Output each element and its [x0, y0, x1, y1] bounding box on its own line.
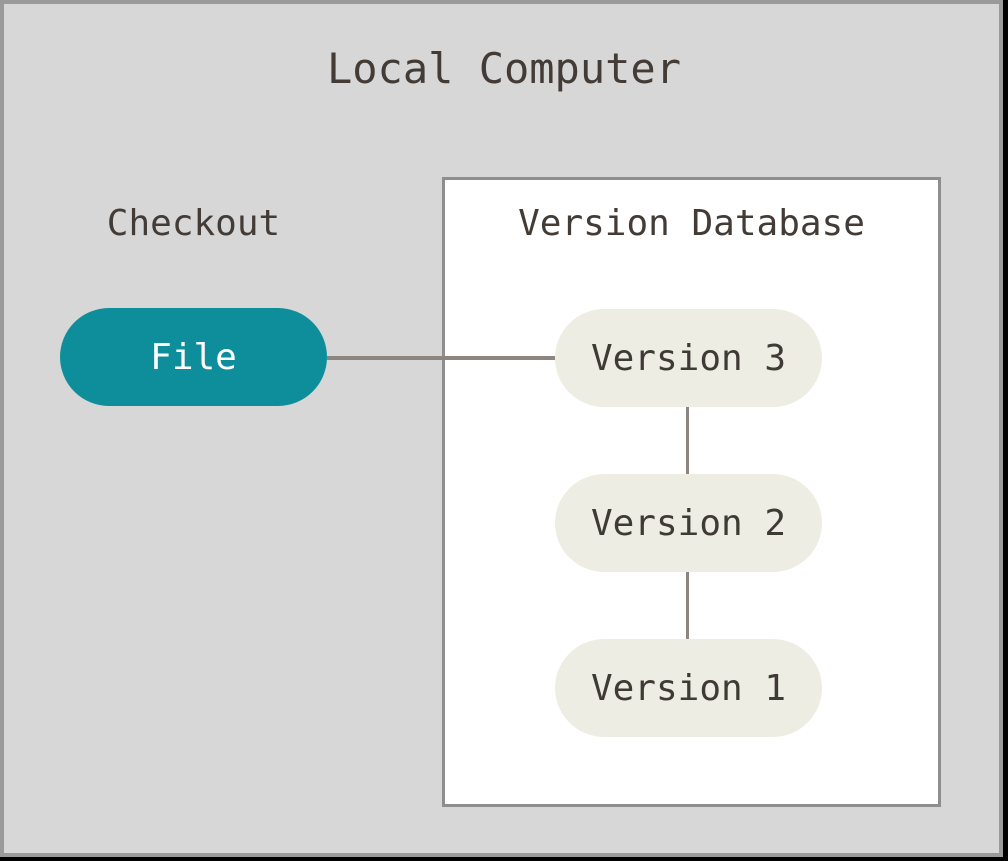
diagram-canvas: Local Computer Checkout Version Database…: [0, 0, 1008, 861]
version-database-label: Version Database: [442, 203, 941, 244]
version-2-node: Version 2: [555, 474, 822, 572]
connector-file-to-version3: [327, 356, 555, 360]
file-node: File: [60, 308, 327, 406]
diagram-title: Local Computer: [0, 44, 1008, 93]
connector-version3-to-version2: [686, 406, 689, 475]
checkout-label: Checkout: [60, 203, 327, 244]
version-3-node: Version 3: [555, 309, 822, 407]
connector-version2-to-version1: [686, 572, 689, 640]
version-1-node: Version 1: [555, 639, 822, 737]
